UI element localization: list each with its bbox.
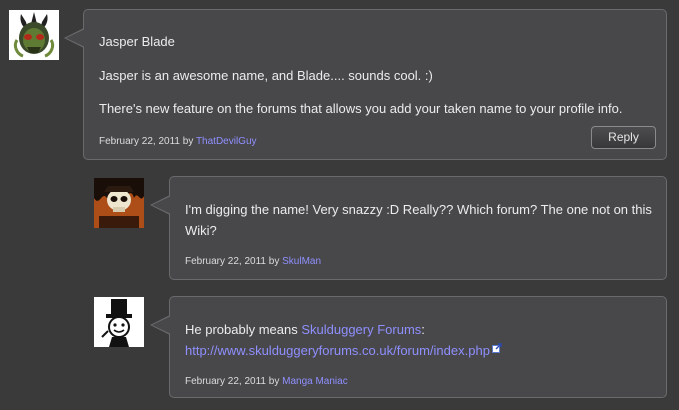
avatar-manga-maniac[interactable] (94, 297, 144, 347)
top-hat-cartoon-icon (94, 297, 144, 347)
forum-link[interactable]: Skulduggery Forums (301, 322, 421, 337)
comment-date: February 22, 2011 (99, 136, 180, 147)
comment-text: He probably means (185, 322, 302, 337)
author-link[interactable]: ThatDevilGuy (196, 136, 257, 147)
by-label: by (182, 136, 194, 147)
comment-bubble: He probably means Skulduggery Forums: ht… (150, 296, 667, 398)
comment-thread: Jasper Blade Jasper is an awesome name, … (0, 0, 679, 410)
demon-skull-icon (9, 10, 59, 60)
comment-title: Jasper Blade (99, 34, 175, 49)
comment-meta: February 22, 2011 by SkulMan (185, 256, 321, 267)
comment-text: : (421, 322, 425, 337)
comment-date: February 22, 2011 (185, 376, 266, 387)
skull-fire-icon (94, 178, 144, 228)
comment-meta: February 22, 2011 by ThatDevilGuy (99, 136, 257, 147)
avatar-thatdevilguy[interactable] (9, 10, 59, 60)
reply-button[interactable]: Reply (591, 126, 656, 149)
author-link[interactable]: Manga Maniac (282, 376, 348, 387)
comment-bubble: Jasper Blade Jasper is an awesome name, … (64, 9, 667, 160)
comment-meta: February 22, 2011 by Manga Maniac (185, 376, 348, 387)
avatar-skulman[interactable] (94, 178, 144, 228)
author-link[interactable]: SkulMan (282, 256, 321, 267)
comment-date: February 22, 2011 (185, 256, 266, 267)
by-label: by (268, 256, 280, 267)
external-url-link[interactable]: http://www.skulduggeryforums.co.uk/forum… (185, 343, 490, 358)
comment-paragraph: There's new feature on the forums that a… (99, 101, 623, 116)
external-link-icon (491, 343, 502, 353)
by-label: by (268, 376, 280, 387)
comment-paragraph: I'm digging the name! Very snazzy :D Rea… (185, 202, 652, 238)
comment-paragraph: He probably means Skulduggery Forums: ht… (185, 319, 655, 361)
comment-paragraph: Jasper is an awesome name, and Blade....… (99, 68, 433, 83)
comment-bubble: I'm digging the name! Very snazzy :D Rea… (150, 176, 667, 280)
